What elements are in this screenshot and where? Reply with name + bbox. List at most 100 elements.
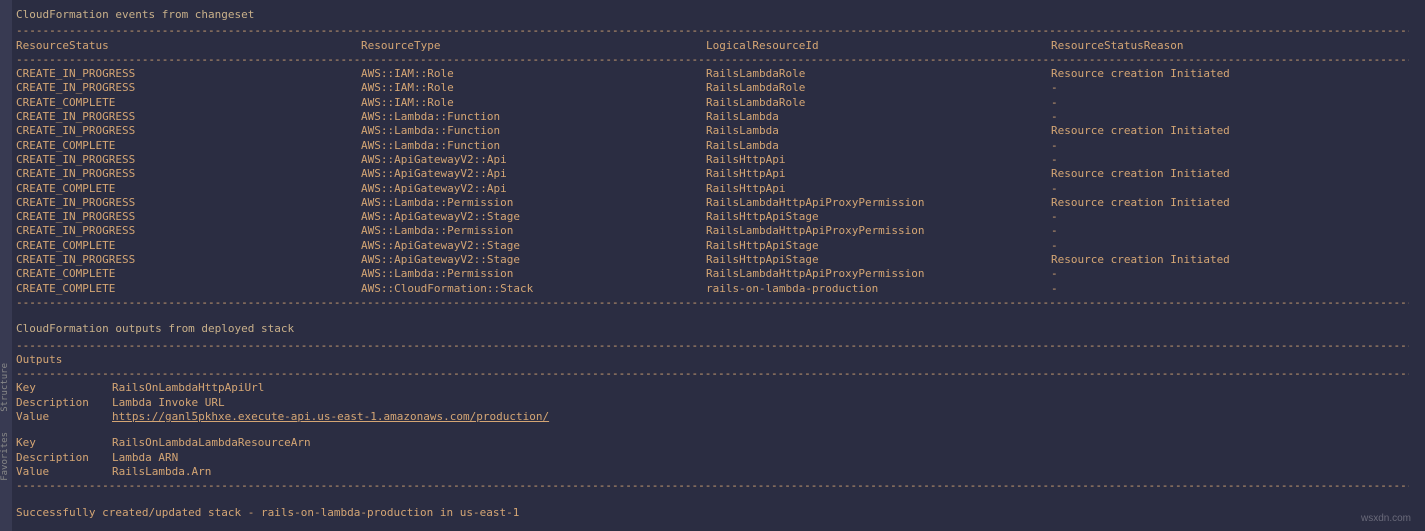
header-resource-status: ResourceStatus bbox=[16, 39, 361, 53]
cell-logical-id: RailsLambdaRole bbox=[706, 67, 1051, 81]
cell-type: AWS::IAM::Role bbox=[361, 96, 706, 110]
outputs-section-title: CloudFormation outputs from deployed sta… bbox=[16, 322, 1409, 336]
cell-type: AWS::IAM::Role bbox=[361, 81, 706, 95]
cell-reason: - bbox=[1051, 182, 1409, 196]
output-key-value: RailsOnLambdaLambdaResourceArn bbox=[112, 436, 1409, 450]
cell-status: CREATE_IN_PROGRESS bbox=[16, 67, 361, 81]
cell-reason: - bbox=[1051, 210, 1409, 224]
output-value-label: Value bbox=[16, 465, 112, 479]
cell-logical-id: RailsLambdaHttpApiProxyPermission bbox=[706, 196, 1051, 210]
cell-logical-id: RailsLambdaHttpApiProxyPermission bbox=[706, 224, 1051, 238]
cell-reason: Resource creation Initiated bbox=[1051, 167, 1409, 181]
header-logical-id: LogicalResourceId bbox=[706, 39, 1051, 53]
table-row: CREATE_COMPLETEAWS::Lambda::PermissionRa… bbox=[16, 267, 1409, 281]
cell-status: CREATE_COMPLETE bbox=[16, 267, 361, 281]
cell-type: AWS::ApiGatewayV2::Api bbox=[361, 167, 706, 181]
outputs-header: Outputs bbox=[16, 353, 1409, 367]
output-description-row: DescriptionLambda ARN bbox=[16, 451, 1409, 465]
cell-reason: - bbox=[1051, 110, 1409, 124]
terminal-output: CloudFormation events from changeset ---… bbox=[0, 0, 1425, 528]
header-status-reason: ResourceStatusReason bbox=[1051, 39, 1409, 53]
cell-type: AWS::Lambda::Permission bbox=[361, 267, 706, 281]
cell-reason: - bbox=[1051, 139, 1409, 153]
output-value-label: Value bbox=[16, 410, 112, 424]
output-description-row: DescriptionLambda Invoke URL bbox=[16, 396, 1409, 410]
cell-status: CREATE_IN_PROGRESS bbox=[16, 210, 361, 224]
cell-logical-id: RailsLambda bbox=[706, 139, 1051, 153]
table-row: CREATE_IN_PROGRESSAWS::Lambda::FunctionR… bbox=[16, 124, 1409, 138]
cell-logical-id: rails-on-lambda-production bbox=[706, 282, 1051, 296]
cell-type: AWS::ApiGatewayV2::Stage bbox=[361, 239, 706, 253]
divider: ----------------------------------------… bbox=[16, 367, 1409, 381]
cell-status: CREATE_COMPLETE bbox=[16, 282, 361, 296]
cell-type: AWS::IAM::Role bbox=[361, 67, 706, 81]
cell-reason: - bbox=[1051, 153, 1409, 167]
cell-status: CREATE_IN_PROGRESS bbox=[16, 153, 361, 167]
cell-reason: Resource creation Initiated bbox=[1051, 124, 1409, 138]
cell-logical-id: RailsLambdaRole bbox=[706, 96, 1051, 110]
cell-status: CREATE_COMPLETE bbox=[16, 182, 361, 196]
cell-logical-id: RailsLambdaRole bbox=[706, 81, 1051, 95]
cell-type: AWS::ApiGatewayV2::Api bbox=[361, 153, 706, 167]
divider: ----------------------------------------… bbox=[16, 296, 1409, 310]
table-row: CREATE_IN_PROGRESSAWS::IAM::RoleRailsLam… bbox=[16, 67, 1409, 81]
outputs-body: KeyRailsOnLambdaHttpApiUrlDescriptionLam… bbox=[16, 381, 1409, 479]
cell-type: AWS::CloudFormation::Stack bbox=[361, 282, 706, 296]
table-row: CREATE_IN_PROGRESSAWS::Lambda::Permissio… bbox=[16, 196, 1409, 210]
output-description-label: Description bbox=[16, 451, 112, 465]
output-key-row: KeyRailsOnLambdaHttpApiUrl bbox=[16, 381, 1409, 395]
table-row: CREATE_COMPLETEAWS::ApiGatewayV2::ApiRai… bbox=[16, 182, 1409, 196]
cell-logical-id: RailsHttpApi bbox=[706, 153, 1051, 167]
cell-type: AWS::Lambda::Permission bbox=[361, 196, 706, 210]
output-description-label: Description bbox=[16, 396, 112, 410]
output-key-value: RailsOnLambdaHttpApiUrl bbox=[112, 381, 1409, 395]
success-message: Successfully created/updated stack - rai… bbox=[16, 506, 1409, 520]
output-description-value: Lambda Invoke URL bbox=[112, 396, 1409, 410]
output-key-label: Key bbox=[16, 381, 112, 395]
cell-reason: - bbox=[1051, 81, 1409, 95]
cell-reason: - bbox=[1051, 267, 1409, 281]
cell-type: AWS::ApiGatewayV2::Api bbox=[361, 182, 706, 196]
cell-status: CREATE_COMPLETE bbox=[16, 96, 361, 110]
sidebar-structure-tab[interactable]: Structure bbox=[0, 363, 12, 412]
output-url-link[interactable]: https://ganl5pkhxe.execute-api.us-east-1… bbox=[112, 410, 549, 423]
cell-status: CREATE_COMPLETE bbox=[16, 139, 361, 153]
cell-reason: - bbox=[1051, 239, 1409, 253]
cell-logical-id: RailsHttpApi bbox=[706, 182, 1051, 196]
table-row: CREATE_IN_PROGRESSAWS::ApiGatewayV2::Sta… bbox=[16, 253, 1409, 267]
cell-type: AWS::Lambda::Function bbox=[361, 124, 706, 138]
table-row: CREATE_IN_PROGRESSAWS::Lambda::FunctionR… bbox=[16, 110, 1409, 124]
table-row: CREATE_COMPLETEAWS::CloudFormation::Stac… bbox=[16, 282, 1409, 296]
divider: ----------------------------------------… bbox=[16, 479, 1409, 493]
output-key-row: KeyRailsOnLambdaLambdaResourceArn bbox=[16, 436, 1409, 450]
table-row: CREATE_IN_PROGRESSAWS::Lambda::Permissio… bbox=[16, 224, 1409, 238]
cell-status: CREATE_IN_PROGRESS bbox=[16, 124, 361, 138]
table-row: CREATE_IN_PROGRESSAWS::IAM::RoleRailsLam… bbox=[16, 81, 1409, 95]
table-row: CREATE_COMPLETEAWS::Lambda::FunctionRail… bbox=[16, 139, 1409, 153]
divider: ----------------------------------------… bbox=[16, 53, 1409, 67]
cell-type: AWS::ApiGatewayV2::Stage bbox=[361, 210, 706, 224]
cell-type: AWS::Lambda::Permission bbox=[361, 224, 706, 238]
output-value-value[interactable]: https://ganl5pkhxe.execute-api.us-east-1… bbox=[112, 410, 1409, 424]
cell-logical-id: RailsHttpApiStage bbox=[706, 239, 1051, 253]
ide-sidebar: Structure Favorites bbox=[0, 0, 12, 531]
cell-status: CREATE_IN_PROGRESS bbox=[16, 196, 361, 210]
sidebar-favorites-tab[interactable]: Favorites bbox=[0, 432, 12, 481]
cell-reason: Resource creation Initiated bbox=[1051, 253, 1409, 267]
watermark: wsxdn.com bbox=[1361, 512, 1411, 525]
events-header-row: ResourceStatus ResourceType LogicalResou… bbox=[16, 39, 1409, 53]
table-row: CREATE_IN_PROGRESSAWS::ApiGatewayV2::Api… bbox=[16, 167, 1409, 181]
output-value-row: Valuehttps://ganl5pkhxe.execute-api.us-e… bbox=[16, 410, 1409, 424]
cell-logical-id: RailsLambda bbox=[706, 124, 1051, 138]
cell-status: CREATE_IN_PROGRESS bbox=[16, 253, 361, 267]
events-section-title: CloudFormation events from changeset bbox=[16, 8, 1409, 22]
cell-type: AWS::Lambda::Function bbox=[361, 139, 706, 153]
cell-reason: Resource creation Initiated bbox=[1051, 196, 1409, 210]
cell-logical-id: RailsHttpApiStage bbox=[706, 253, 1051, 267]
cell-type: AWS::Lambda::Function bbox=[361, 110, 706, 124]
cell-reason: - bbox=[1051, 282, 1409, 296]
table-row: CREATE_COMPLETEAWS::ApiGatewayV2::StageR… bbox=[16, 239, 1409, 253]
output-value-value: RailsLambda.Arn bbox=[112, 465, 1409, 479]
divider: ----------------------------------------… bbox=[16, 24, 1409, 38]
output-value-row: ValueRailsLambda.Arn bbox=[16, 465, 1409, 479]
